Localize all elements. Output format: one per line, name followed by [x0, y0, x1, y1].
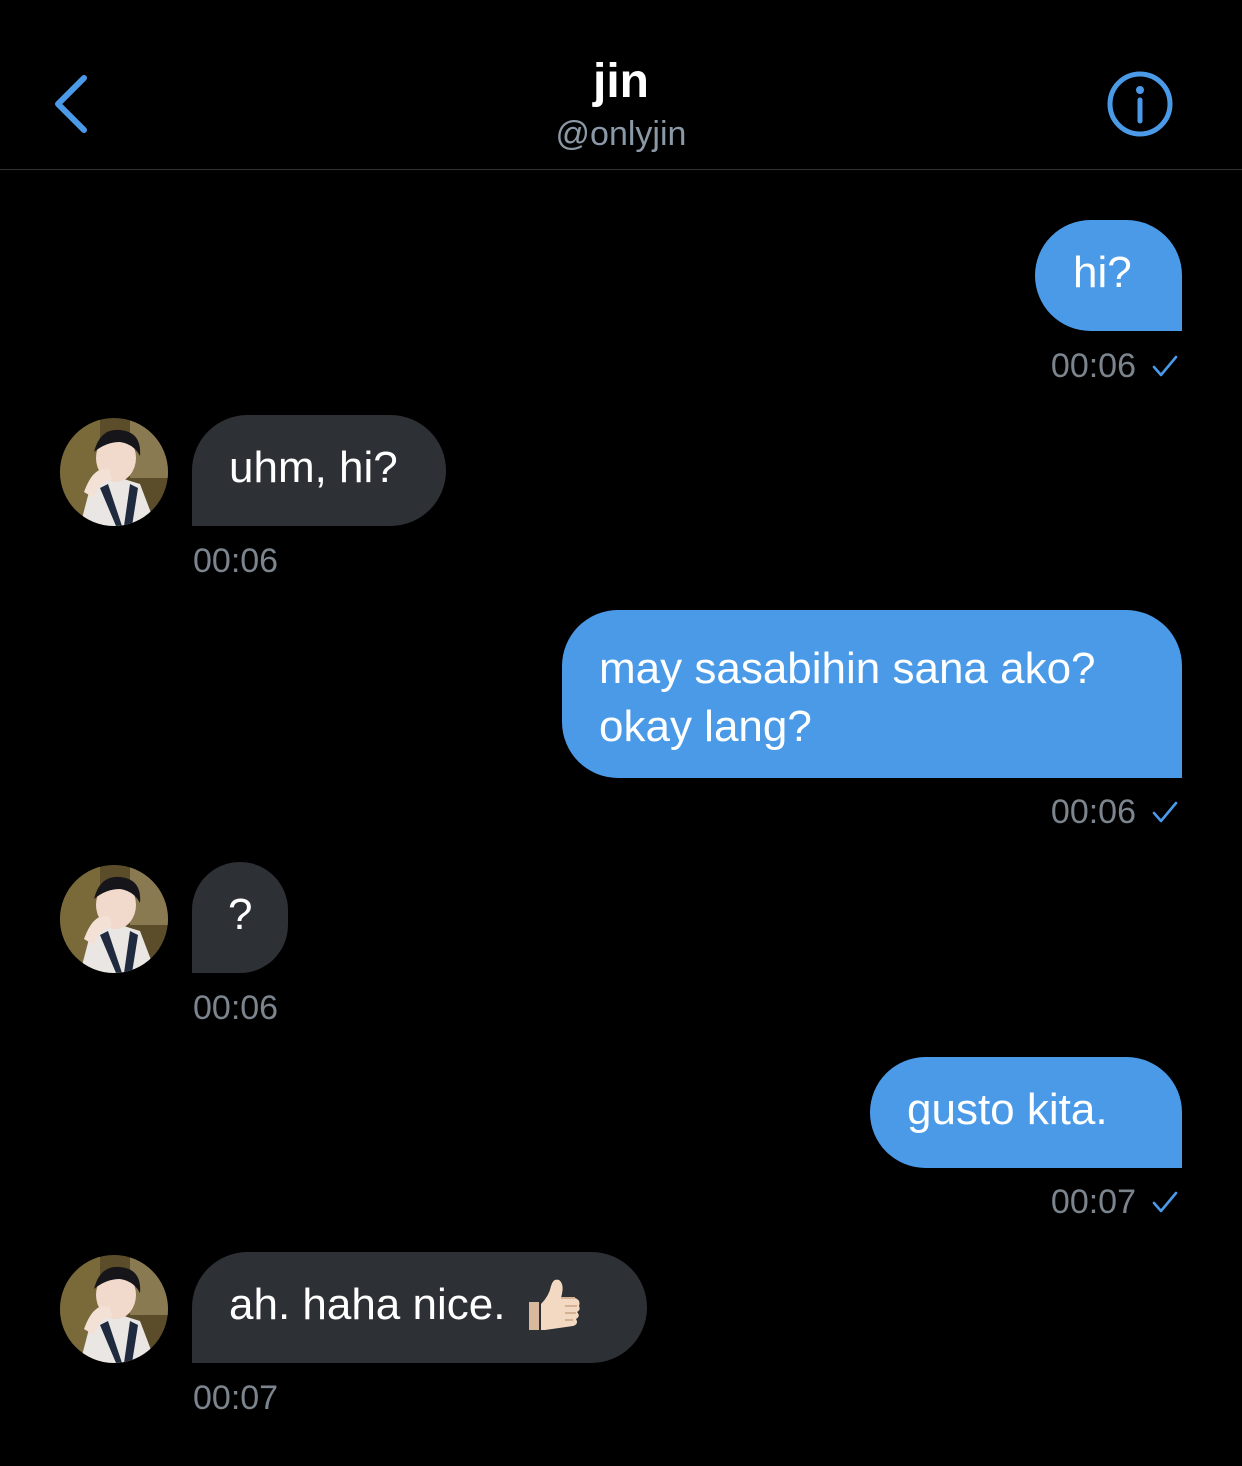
message-timestamp: 00:07	[1050, 1183, 1136, 1221]
conversation-title[interactable]: jin	[0, 52, 1242, 112]
check-icon	[1152, 801, 1178, 823]
message-timestamp: 00:06	[193, 989, 279, 1027]
check-icon	[1152, 355, 1178, 377]
message-bubble-received[interactable]: ?	[192, 862, 288, 973]
avatar-photo	[60, 418, 168, 526]
avatar[interactable]	[60, 1255, 168, 1363]
avatar[interactable]	[60, 418, 168, 526]
message-bubble-sent[interactable]: may sasabihin sana ako? okay lang?	[562, 610, 1182, 778]
message-text: hi?	[1073, 248, 1132, 297]
avatar-photo	[60, 865, 168, 973]
message-text: ?	[228, 890, 253, 939]
avatar-photo	[60, 1255, 168, 1363]
message-bubble-received[interactable]: uhm, hi?	[192, 415, 446, 526]
message-text: uhm, hi?	[229, 443, 398, 492]
message-meta: 00:06	[1051, 792, 1180, 832]
message-text-line: okay lang?	[599, 702, 812, 751]
message-timestamp: 00:07	[193, 1379, 279, 1417]
message-text-line: may sasabihin sana ako?	[599, 644, 1096, 693]
message-text: ah. haha nice.	[229, 1280, 506, 1329]
message-meta: 00:07	[1051, 1182, 1180, 1222]
thumbs-up-icon	[529, 1279, 581, 1330]
message-text: gusto kita.	[907, 1085, 1108, 1134]
info-button[interactable]	[1104, 68, 1176, 140]
message-meta: 00:06	[1051, 346, 1180, 386]
info-circle-icon	[1107, 71, 1173, 137]
message-bubble-received[interactable]: ah. haha nice.	[192, 1252, 647, 1363]
check-icon	[1152, 1191, 1178, 1213]
message-bubble-sent[interactable]: gusto kita.	[870, 1057, 1182, 1168]
message-timestamp: 00:06	[1050, 793, 1136, 831]
conversation-header: jin @onlyjin	[0, 0, 1242, 170]
message-timestamp: 00:06	[1050, 347, 1136, 385]
message-bubble-sent[interactable]: hi?	[1035, 220, 1182, 331]
message-timestamp: 00:06	[193, 542, 279, 580]
conversation-handle: @onlyjin	[555, 115, 687, 153]
avatar[interactable]	[60, 865, 168, 973]
